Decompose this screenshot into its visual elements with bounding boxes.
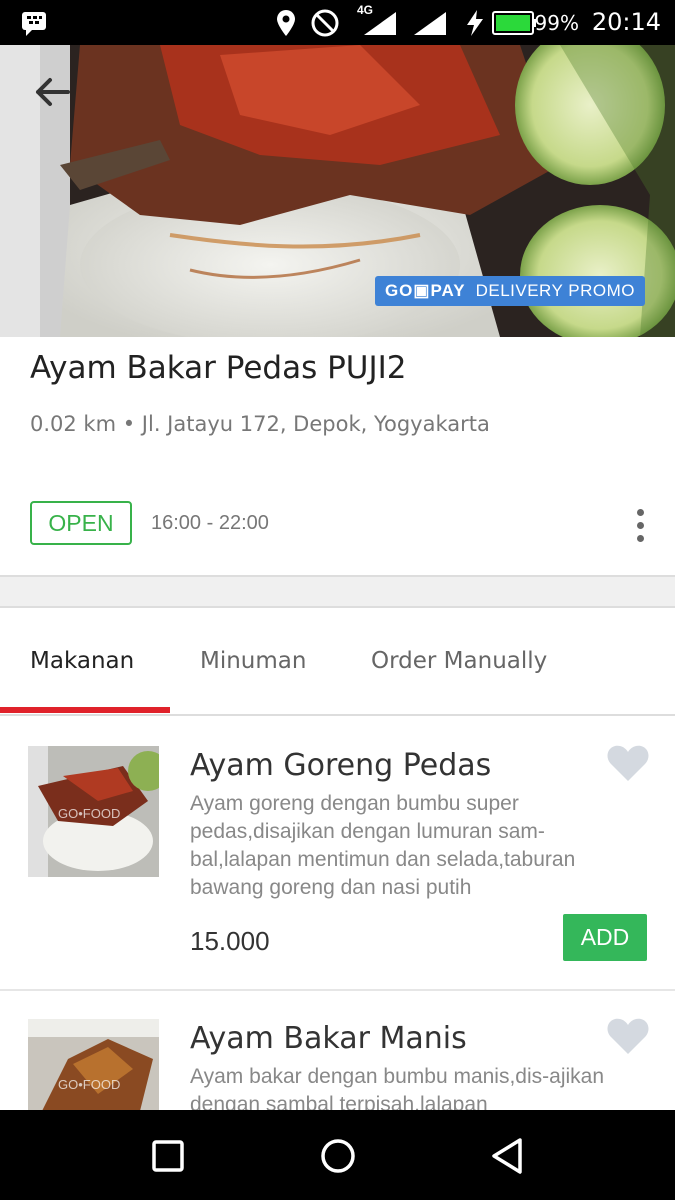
favorite-heart-icon[interactable] — [606, 743, 650, 783]
promo-label: DELIVERY PROMO — [475, 281, 635, 300]
home-icon[interactable] — [318, 1136, 358, 1176]
item-name: Ayam Bakar Manis — [190, 1021, 467, 1056]
charging-icon — [467, 10, 483, 36]
do-not-disturb-icon — [311, 9, 339, 37]
signal-icon-2 — [414, 12, 446, 35]
battery-icon — [492, 11, 536, 35]
bbm-icon — [22, 12, 46, 36]
restaurant-address: 0.02 km • Jl. Jatayu 172, Depok, Yogyaka… — [30, 412, 490, 436]
back-button[interactable] — [22, 62, 82, 122]
gopay-logo: GO▣PAY — [384, 281, 466, 300]
add-button[interactable]: ADD — [563, 914, 647, 961]
arrow-back-icon — [36, 78, 70, 106]
more-vert-icon — [637, 509, 644, 516]
back-nav-icon[interactable] — [488, 1136, 524, 1176]
status-bar: 4G 99% 20:14 — [0, 0, 675, 45]
clock: 20:14 — [591, 8, 661, 36]
item-description: Ayam bakar dengan bumbu manis,dis-ajikan… — [190, 1065, 605, 1110]
item-separator — [0, 989, 675, 991]
system-navigation-bar — [0, 1110, 675, 1200]
signal-icon — [364, 12, 396, 35]
recent-apps-icon[interactable] — [150, 1138, 186, 1174]
item-thumbnail[interactable]: GO•FOOD — [28, 1019, 159, 1110]
item-price: 15.000 — [190, 926, 270, 956]
open-status-badge: OPEN — [30, 501, 132, 545]
restaurant-name: Ayam Bakar Pedas PUJI2 — [30, 350, 407, 386]
item-thumbnail[interactable]: GO•FOOD — [28, 746, 159, 877]
tabs-divider — [0, 714, 675, 716]
item-description: Ayam goreng dengan bumbu super pedas,dis… — [190, 792, 576, 899]
gopay-promo-badge: GO▣PAY DELIVERY PROMO — [374, 276, 645, 306]
tab-order-manually[interactable]: Order Manually — [371, 648, 547, 674]
opening-hours: 16:00 - 22:00 — [151, 512, 269, 534]
location-icon — [277, 10, 295, 36]
gofood-watermark: GO•FOOD — [58, 806, 120, 821]
gofood-watermark: GO•FOOD — [58, 1077, 120, 1092]
section-divider — [0, 575, 675, 608]
active-tab-indicator — [0, 707, 170, 713]
tab-minuman[interactable]: Minuman — [200, 648, 306, 674]
item-name: Ayam Goreng Pedas — [190, 748, 492, 783]
battery-percentage: 99% — [534, 11, 579, 35]
more-options-button[interactable] — [626, 505, 656, 545]
tab-makanan[interactable]: Makanan — [30, 648, 134, 674]
favorite-heart-icon[interactable] — [606, 1016, 650, 1056]
